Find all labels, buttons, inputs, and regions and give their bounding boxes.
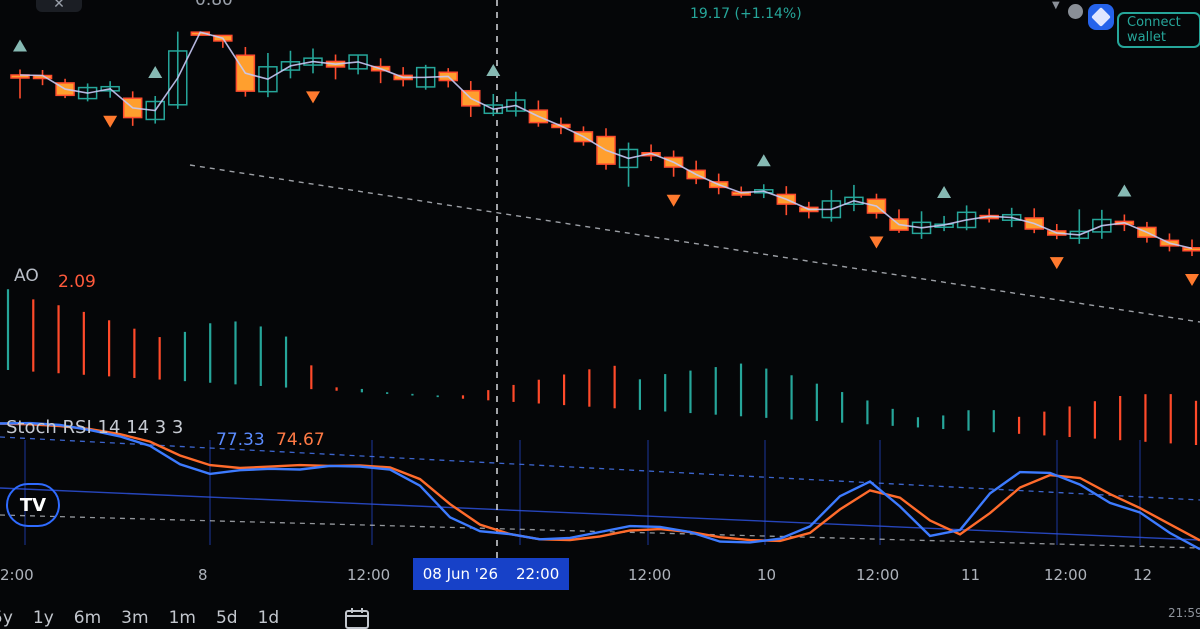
x-axis-label: 2:00 xyxy=(0,566,34,584)
price-change-readout: 19.17 (+1.14%) xyxy=(690,6,802,22)
rsi-grid xyxy=(24,440,1141,545)
profile-dot-icon[interactable] xyxy=(1068,4,1083,19)
buy-marker xyxy=(148,65,163,78)
sell-marker xyxy=(306,91,320,104)
buy-marker xyxy=(756,154,771,167)
timeframe-1y[interactable]: 1y xyxy=(33,608,54,628)
x-axis-label: 12:00 xyxy=(1044,566,1088,584)
trend-lines xyxy=(0,164,1200,549)
timeframe-1m[interactable]: 1m xyxy=(169,608,196,628)
timeframe-5d[interactable]: 5d xyxy=(216,608,238,628)
calendar-icon[interactable] xyxy=(344,607,370,629)
x-axis-label: 12:00 xyxy=(347,566,391,584)
ao-indicator-name[interactable]: AO xyxy=(14,266,39,286)
timeframe-1d[interactable]: 1d xyxy=(258,608,280,628)
sell-marker xyxy=(666,194,681,207)
trendline-upper xyxy=(189,164,1200,323)
timeframe-5y[interactable]: 5y xyxy=(0,608,13,628)
price-readout: 0.80 xyxy=(195,0,233,10)
x-axis-label: 11 xyxy=(961,566,981,584)
chart-screen: ✕ 0.80 19.17 (+1.14%) ▼ Connect wallet A… xyxy=(0,0,1200,629)
x-axis-label: 12:00 xyxy=(856,566,900,584)
stoch-rsi-indicator-name[interactable]: Stoch RSI 14 14 3 3 xyxy=(6,417,183,438)
ao-histogram xyxy=(6,289,1198,445)
buy-marker xyxy=(486,63,501,76)
stoch-rsi-d-value: 74.67 xyxy=(276,430,325,450)
crosshair-time-badge: 08 Jun '26 22:00 xyxy=(413,558,569,590)
x-axis-label: 8 xyxy=(198,566,208,584)
candlestick-series xyxy=(10,31,1200,257)
x-axis-label: 12:00 xyxy=(628,566,672,584)
stoch-rsi-k-line xyxy=(0,421,1200,551)
connect-wallet-button[interactable]: Connect wallet xyxy=(1117,12,1200,48)
timeframe-6m[interactable]: 6m xyxy=(74,608,101,628)
sell-marker xyxy=(1049,257,1064,270)
status-time: 21:59:0 xyxy=(1168,606,1200,620)
close-icon[interactable]: ✕ xyxy=(36,0,82,12)
crosshair-date: 08 Jun '26 xyxy=(422,565,499,583)
chart-canvas[interactable] xyxy=(0,0,1200,627)
buy-marker xyxy=(1117,184,1132,197)
crosshair-time: 22:00 xyxy=(516,565,560,583)
wallet-app-icon[interactable] xyxy=(1088,4,1114,30)
timeframe-bar: 5y 1y 6m 3m 1m 5d 1d xyxy=(0,608,279,628)
x-axis-label: 10 xyxy=(757,566,777,584)
sell-marker xyxy=(869,236,884,249)
buy-marker xyxy=(937,185,952,198)
timeframe-3m[interactable]: 3m xyxy=(121,608,148,628)
rsi-upper-band xyxy=(0,436,1200,501)
stoch-rsi-d-line xyxy=(0,422,1200,543)
x-axis-label: 12 xyxy=(1133,566,1153,584)
sell-marker xyxy=(103,115,118,128)
sell-marker xyxy=(1185,274,1199,287)
stoch-rsi-k-value: 77.33 xyxy=(216,430,265,450)
ao-indicator-value: 2.09 xyxy=(58,272,96,292)
dropdown-icon[interactable]: ▼ xyxy=(1052,0,1060,11)
buy-marker xyxy=(13,39,27,52)
tradingview-logo[interactable]: TV xyxy=(6,483,60,527)
